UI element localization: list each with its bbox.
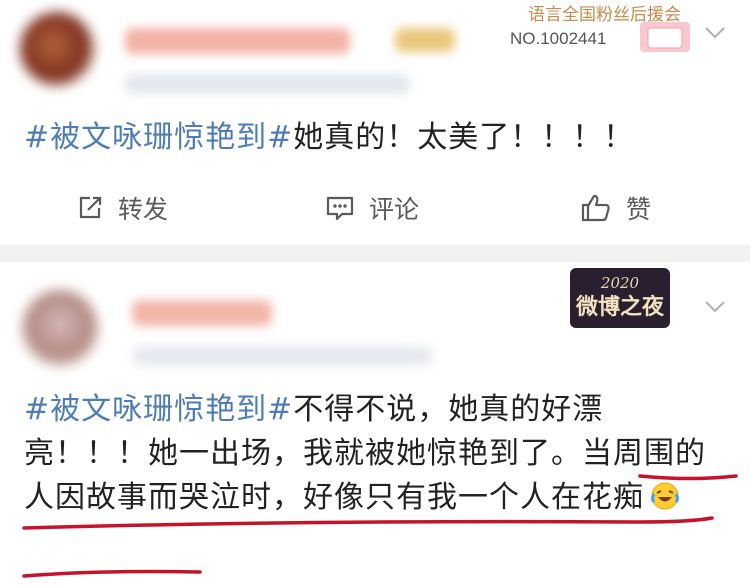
like-button[interactable]: 赞 xyxy=(580,190,651,226)
post-card: 语言全国粉丝后援会 NO.1002441 #被文咏珊惊艳到#她真的！太美了！！！… xyxy=(0,0,750,245)
post-meta xyxy=(132,346,432,366)
badge-title: 微博之夜 xyxy=(575,294,665,320)
event-badge[interactable]: 2020 微博之夜 xyxy=(570,268,670,328)
avatar[interactable] xyxy=(22,290,98,366)
comment-button[interactable]: 评论 xyxy=(325,190,419,226)
comment-label: 评论 xyxy=(369,195,420,224)
post-body: 她真的！太美了！！！！ xyxy=(293,120,635,155)
action-bar: 转发 评论 赞 xyxy=(0,182,750,238)
laughing-crying-emoji xyxy=(651,482,679,510)
vip-badge xyxy=(395,28,455,52)
like-label: 赞 xyxy=(626,195,652,224)
share-box-icon xyxy=(79,196,102,219)
username[interactable] xyxy=(132,300,272,326)
repost-label: 转发 xyxy=(118,195,169,224)
post-text: #被文咏珊惊艳到#她真的！太美了！！！！ xyxy=(24,116,634,160)
hashtag-link[interactable]: #被文咏珊惊艳到# xyxy=(24,392,293,427)
thumbs-up-icon xyxy=(581,194,610,222)
post-text: #被文咏珊惊艳到#不得不说，她真的好漂亮！！！她一出场，我就被她惊艳到了。当周围… xyxy=(24,388,724,520)
avatar[interactable] xyxy=(20,12,94,86)
hashtag-link[interactable]: #被文咏珊惊艳到# xyxy=(24,120,293,155)
chevron-down-icon[interactable] xyxy=(704,26,726,40)
badge-year: 2020 xyxy=(600,274,640,292)
badge-text-top: 语言全国粉丝后援会 xyxy=(528,5,681,24)
post-card: 2020 微博之夜 #被文咏珊惊艳到#不得不说，她真的好漂亮！！！她一出场，我就… xyxy=(0,262,750,586)
repost-button[interactable]: 转发 xyxy=(76,190,168,226)
comment-icon xyxy=(326,196,354,221)
post-meta xyxy=(125,74,410,94)
fan-club-badge[interactable]: 语言全国粉丝后援会 NO.1002441 xyxy=(510,0,700,52)
username[interactable] xyxy=(125,28,350,54)
badge-text-bottom: NO.1002441 xyxy=(510,29,606,48)
chevron-down-icon[interactable] xyxy=(704,300,726,314)
